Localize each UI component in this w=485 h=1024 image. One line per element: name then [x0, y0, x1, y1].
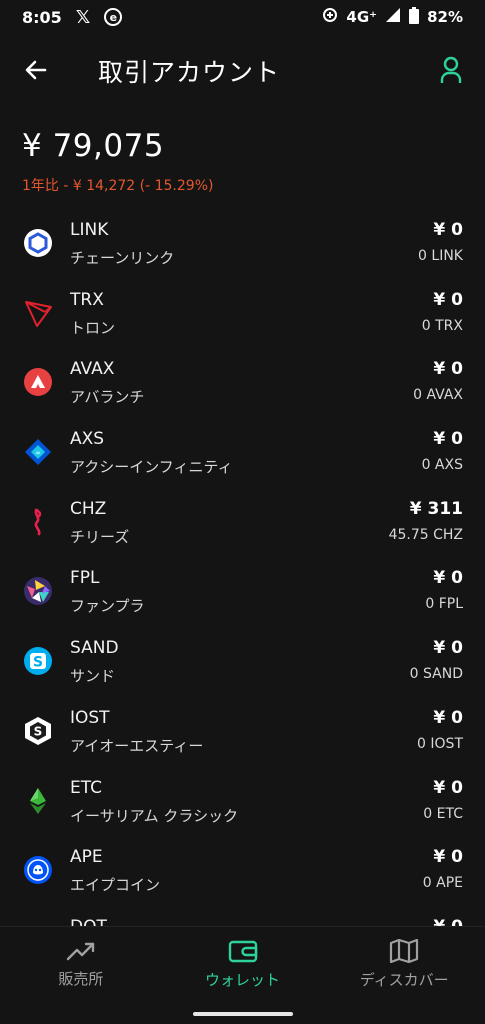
asset-amount: 0 AXS	[421, 457, 463, 474]
nav-label: 販売所	[58, 970, 104, 988]
axie-infinity-icon: ∞	[23, 437, 53, 467]
battery-percent: 82%	[427, 8, 463, 26]
map-icon	[390, 939, 419, 963]
status-bar: 8:05 𝕏 e 4G⁺ 82%	[0, 0, 485, 34]
asset-row-etc[interactable]: ETC イーサリアム クラシック ¥ 0 0 ETC	[0, 768, 485, 838]
home-indicator[interactable]	[193, 1012, 293, 1016]
trend-chart-icon	[66, 942, 95, 961]
asset-value: ¥ 311	[409, 498, 463, 519]
notification-app-icon: e	[104, 8, 123, 26]
asset-name: サンド	[70, 667, 116, 686]
nav-item-exchange[interactable]: 販売所	[0, 927, 162, 1002]
asset-value: ¥ 0	[433, 638, 463, 659]
avalanche-icon	[23, 367, 53, 397]
page-title: 取引アカウント	[98, 58, 281, 87]
battery-icon	[409, 6, 420, 28]
asset-row-link[interactable]: LINK チェーンリンク ¥ 0 0 LINK	[0, 210, 485, 280]
ethereum-classic-icon	[23, 786, 53, 816]
tron-icon	[23, 298, 53, 328]
asset-value: ¥ 0	[433, 289, 463, 310]
asset-name: アバランチ	[70, 388, 145, 407]
fpl-icon	[23, 576, 53, 606]
asset-symbol: AVAX	[70, 359, 115, 380]
asset-amount: 0 SAND	[409, 666, 463, 683]
asset-name: エイプコイン	[70, 876, 161, 895]
asset-symbol: SAND	[70, 638, 119, 659]
asset-symbol: ETC	[70, 777, 102, 798]
asset-value: ¥ 0	[433, 707, 463, 728]
chiliz-icon	[23, 507, 53, 537]
asset-name: アクシーインフィニティ	[70, 458, 233, 477]
asset-symbol: IOST	[70, 707, 110, 728]
asset-name: ファンプラ	[70, 597, 145, 616]
total-balance: ¥ 79,075	[22, 128, 165, 164]
asset-name: チリーズ	[70, 527, 130, 546]
asset-amount: 0 APE	[422, 875, 463, 892]
asset-value: ¥ 0	[433, 568, 463, 589]
svg-text:S: S	[33, 655, 43, 671]
asset-value: ¥ 0	[433, 847, 463, 868]
nav-item-wallet[interactable]: ウォレット	[162, 927, 324, 1002]
asset-symbol: LINK	[70, 220, 109, 240]
asset-symbol: CHZ	[70, 498, 107, 519]
asset-value: ¥ 0	[433, 429, 463, 450]
app-header: 取引アカウント	[0, 44, 485, 96]
asset-name: チェーンリンク	[70, 249, 175, 267]
iost-icon: S	[23, 716, 53, 746]
x-app-icon: 𝕏	[75, 6, 91, 28]
asset-amount: 45.75 CHZ	[388, 526, 463, 543]
asset-amount: 0 IOST	[417, 735, 463, 752]
asset-row-avax[interactable]: AVAX アバランチ ¥ 0 0 AVAX	[0, 349, 485, 419]
asset-value: ¥ 0	[433, 917, 463, 926]
network-label: 4G⁺	[346, 8, 378, 26]
yearly-change: 1年比 - ¥ 14,272 (- 15.29%)	[22, 178, 214, 194]
asset-amount: 0 LINK	[418, 248, 463, 264]
asset-value: ¥ 0	[433, 359, 463, 380]
nav-item-discover[interactable]: ディスカバー	[323, 927, 485, 1002]
status-time: 8:05	[22, 7, 62, 27]
profile-button[interactable]	[435, 54, 467, 86]
asset-amount: 0 ETC	[423, 805, 463, 822]
asset-row-trx[interactable]: TRX トロン ¥ 0 0 TRX	[0, 280, 485, 350]
nav-label: ディスカバー	[359, 971, 449, 989]
asset-symbol: DOT	[70, 917, 107, 926]
asset-symbol: FPL	[70, 568, 100, 589]
asset-name: トロン	[70, 318, 116, 337]
asset-symbol: TRX	[70, 289, 104, 310]
chainlink-icon	[23, 228, 53, 258]
signal-icon	[385, 7, 401, 27]
asset-row-ape[interactable]: APE エイプコイン ¥ 0 0 APE	[0, 837, 485, 907]
asset-row-chz[interactable]: CHZ チリーズ ¥ 311 45.75 CHZ	[0, 489, 485, 559]
asset-amount: 0 TRX	[421, 317, 463, 334]
bottom-nav: 販売所 ウォレット ディスカバー	[0, 926, 485, 1002]
apecoin-icon	[23, 855, 53, 885]
asset-symbol: APE	[70, 847, 103, 868]
svg-text:S: S	[34, 724, 43, 738]
asset-list[interactable]: LINK チェーンリンク ¥ 0 0 LINK TRX トロン ¥ 0 0 TR…	[0, 210, 485, 926]
asset-row-axs[interactable]: ∞ AXS アクシーインフィニティ ¥ 0 0 AXS	[0, 419, 485, 489]
asset-amount: 0 AVAX	[413, 387, 463, 404]
asset-value: ¥ 0	[433, 777, 463, 798]
asset-row-sand[interactable]: S SAND サンド ¥ 0 0 SAND	[0, 628, 485, 698]
asset-row-iost[interactable]: S IOST アイオーエスティー ¥ 0 0 IOST	[0, 698, 485, 768]
asset-amount: 0 FPL	[425, 596, 463, 613]
back-arrow-icon	[25, 60, 47, 80]
person-icon	[440, 56, 462, 83]
back-button[interactable]	[20, 54, 52, 86]
sand-icon: S	[23, 646, 53, 676]
asset-name: アイオーエスティー	[70, 736, 204, 755]
asset-name: イーサリアム クラシック	[70, 806, 239, 825]
asset-row-dot[interactable]: DOT ¥ 0	[0, 907, 485, 926]
svg-text:∞: ∞	[35, 449, 41, 457]
asset-value: ¥ 0	[433, 220, 463, 240]
asset-row-fpl[interactable]: FPL ファンプラ ¥ 0 0 FPL	[0, 558, 485, 628]
wallet-icon	[228, 940, 257, 963]
asset-symbol: AXS	[70, 429, 105, 450]
nav-label: ウォレット	[205, 971, 281, 989]
data-saver-icon	[322, 7, 338, 27]
